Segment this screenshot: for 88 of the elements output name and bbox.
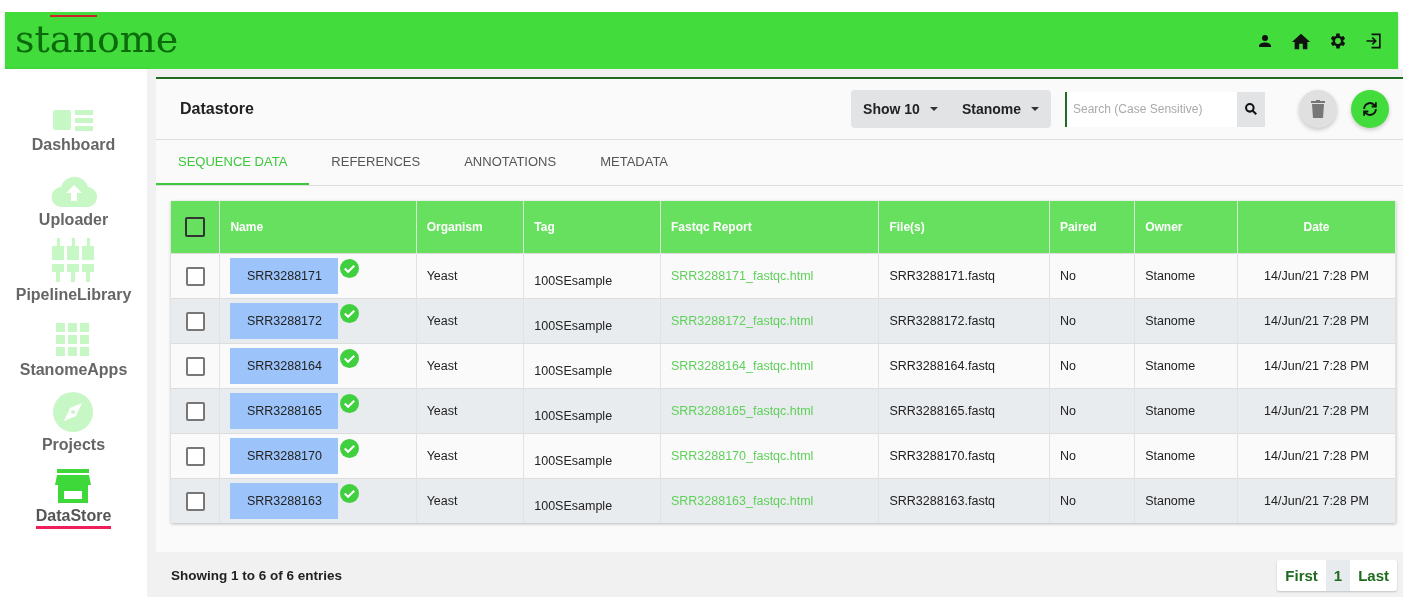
table-cell: No (1059, 449, 1076, 463)
search-icon (1244, 102, 1258, 116)
table-cell: 100SEsample (534, 499, 613, 513)
sidebar-item[interactable]: PipelineLibrary (15, 233, 132, 304)
column-header: Fastqc Report (660, 201, 879, 254)
table-cell: Yeast (426, 359, 458, 373)
table-cell: 14/Jun/21 7:28 PM (1264, 404, 1369, 418)
grid-icon (56, 323, 91, 357)
page-button[interactable]: First (1277, 560, 1326, 591)
sidebar-item[interactable]: Dashboard (31, 83, 116, 154)
tab[interactable]: REFERENCES (309, 140, 443, 185)
column-header: Date (1237, 201, 1396, 254)
sidebar-item[interactable]: StanomeApps (19, 308, 128, 379)
sidebar-item[interactable]: DataStore (35, 458, 112, 529)
column-header: Name (219, 201, 417, 254)
plug-icon (51, 238, 96, 282)
sample-name[interactable]: SRR3288164 (230, 348, 339, 384)
row-checkbox[interactable] (185, 266, 205, 286)
row-checkbox[interactable] (185, 356, 205, 376)
table-cell: SRR3288165.fastq (889, 404, 996, 418)
page-title: Datastore (180, 100, 255, 118)
table-cell: Yeast (426, 314, 458, 328)
trash-icon (1311, 100, 1325, 118)
table-cell: Stanome (1145, 359, 1196, 373)
page-button[interactable]: 1 (1325, 560, 1351, 591)
compass-icon (53, 392, 94, 432)
table-cell: 14/Jun/21 7:28 PM (1264, 314, 1369, 328)
tab[interactable]: ANNOTATIONS (442, 140, 579, 185)
row-checkbox[interactable] (185, 401, 205, 421)
table-cell: 14/Jun/21 7:28 PM (1264, 449, 1369, 463)
table-cell: Stanome (1145, 494, 1196, 508)
row-checkbox[interactable] (185, 311, 205, 331)
table-cell: 100SEsample (534, 364, 613, 378)
delete-button[interactable] (1299, 90, 1337, 128)
table-cell: SRR3288164.fastq (889, 359, 996, 373)
page-button[interactable]: Last (1350, 560, 1397, 591)
table-cell: SRR3288163.fastq (889, 494, 996, 508)
table-cell: No (1059, 404, 1076, 418)
table-cell: Stanome (1145, 449, 1196, 463)
column-header: Organism (416, 201, 524, 254)
table-cell: Yeast (426, 494, 458, 508)
table-cell: SRR3288170.fastq (889, 449, 996, 463)
column-header: Owner (1134, 201, 1238, 254)
table-cell: 100SEsample (534, 319, 613, 333)
refresh-button[interactable] (1351, 90, 1389, 128)
table-cell: No (1059, 359, 1076, 373)
column-header: File(s) (878, 201, 1050, 254)
table-cell: 100SEsample (534, 274, 613, 288)
table-cell: No (1059, 494, 1076, 508)
show-dropdown[interactable]: Show 10 (851, 90, 950, 128)
sample-name[interactable]: SRR3288171 (230, 258, 339, 294)
table-cell: Stanome (1145, 314, 1196, 328)
select-all-checkbox[interactable] (185, 217, 206, 237)
row-checkbox[interactable] (185, 491, 205, 511)
table-cell: 100SEsample (534, 454, 613, 468)
sample-name[interactable]: SRR3288172 (230, 303, 339, 339)
table-cell: SRR3288172.fastq (889, 314, 996, 328)
table-cell: No (1059, 269, 1076, 283)
row-checkbox[interactable] (185, 446, 205, 466)
entries-info: Showing 1 to 6 of 6 entries (171, 568, 343, 583)
table-cell: 14/Jun/21 7:28 PM (1264, 269, 1369, 283)
table-cell: Stanome (1145, 404, 1196, 418)
caret-icon (1031, 107, 1039, 111)
tab[interactable]: METADATA (578, 140, 691, 185)
table-cell: 14/Jun/21 7:28 PM (1264, 359, 1369, 373)
sample-name[interactable]: SRR3288163 (230, 483, 339, 519)
table-cell: No (1059, 314, 1076, 328)
table-cell: Yeast (426, 404, 458, 418)
caret-icon (929, 107, 938, 111)
sample-name[interactable]: SRR3288165 (230, 393, 339, 429)
sidebar-item[interactable]: Projects (41, 383, 106, 454)
owner-dropdown[interactable]: Stanome (949, 90, 1051, 128)
column-header: Tag (523, 201, 661, 254)
search-field[interactable]: Search (Case Sensitive) (1065, 91, 1237, 127)
table-cell: Yeast (426, 269, 458, 283)
table-cell: 14/Jun/21 7:28 PM (1264, 494, 1369, 508)
dashboard-icon (53, 108, 94, 132)
sample-name[interactable]: SRR3288170 (230, 438, 339, 474)
column-header: Paired (1049, 201, 1135, 254)
search-button[interactable] (1237, 91, 1265, 127)
refresh-icon (1360, 99, 1380, 119)
table-cell: Yeast (426, 449, 458, 463)
table-cell: 100SEsample (534, 409, 613, 423)
sidebar-item[interactable]: Uploader (38, 158, 109, 229)
store-icon (55, 469, 92, 503)
table-cell: Stanome (1145, 269, 1196, 283)
table-cell: SRR3288171.fastq (889, 269, 996, 283)
cloud-upload-icon (49, 175, 98, 207)
